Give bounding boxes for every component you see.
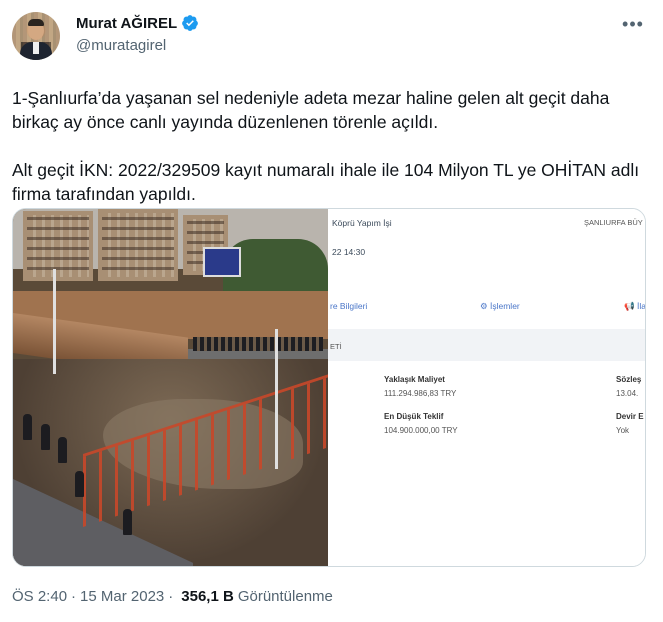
tab-notice-label: İlan	[636, 301, 646, 311]
tender-screenshot[interactable]: Köprü Yapım İşi ŞANLIURFA BÜY 22 14:30 r…	[328, 209, 645, 566]
section-band: ETİ	[328, 329, 645, 361]
gear-icon: ⚙	[480, 301, 488, 311]
separator: ·	[71, 588, 77, 605]
tab-operations-label: İşlemler	[490, 301, 520, 311]
tweet: Murat AĞIREL @muratagirel ••• 1-Şanlıurf…	[0, 0, 663, 622]
tweet-time[interactable]: ÖS 2:40	[12, 588, 67, 605]
separator: ·	[168, 588, 174, 605]
tweet-footer: ÖS 2:40 · 15 Mar 2023 · 356,1 B Görüntül…	[12, 588, 333, 605]
view-count[interactable]: 356,1 B	[181, 588, 234, 605]
tab-info[interactable]: re Bilgileri	[330, 301, 367, 311]
view-count-label: Görüntülenme	[237, 588, 333, 605]
handle[interactable]: @muratagirel	[76, 37, 166, 54]
tender-org: ŞANLIURFA BÜY	[584, 218, 643, 227]
tweet-paragraph: Alt geçit İKN: 2022/329509 kayıt numaral…	[12, 160, 640, 204]
field-label: Devir E	[616, 412, 644, 421]
avatar[interactable]	[12, 12, 60, 60]
field-label: Yaklaşık Maliyet	[384, 375, 445, 384]
verified-badge-icon	[182, 15, 198, 31]
tender-title: Köprü Yapım İşi	[332, 218, 392, 228]
tender-datetime: 22 14:30	[332, 247, 366, 257]
tab-notice[interactable]: 📢 İlan	[624, 301, 646, 312]
field-value: 13.04.	[616, 389, 639, 398]
field-label: En Düşük Teklif	[384, 412, 444, 421]
media-container[interactable]: Köprü Yapım İşi ŞANLIURFA BÜY 22 14:30 r…	[12, 208, 646, 567]
megaphone-icon: 📢	[624, 301, 635, 311]
field-value: 104.900.000,00 TRY	[384, 426, 458, 435]
tweet-text: 1-Şanlıurfa’da yaşanan sel nedeniyle ade…	[12, 86, 652, 206]
author-name-row[interactable]: Murat AĞIREL	[76, 14, 199, 32]
tweet-date[interactable]: 15 Mar 2023	[80, 588, 164, 605]
field-label: Sözleş	[616, 375, 642, 384]
tab-operations[interactable]: ⚙ İşlemler	[480, 301, 520, 312]
field-value: 111.294.986,83 TRY	[384, 389, 457, 398]
display-name[interactable]: Murat AĞIREL	[76, 15, 177, 32]
tender-tabs: re Bilgileri ⚙ İşlemler 📢 İlan	[328, 296, 645, 318]
more-options-icon[interactable]: •••	[621, 14, 645, 34]
flood-photo[interactable]	[13, 209, 328, 566]
section-label: ETİ	[330, 342, 342, 351]
tweet-paragraph: 1-Şanlıurfa’da yaşanan sel nedeniyle ade…	[12, 88, 610, 132]
field-value: Yok	[616, 426, 630, 435]
